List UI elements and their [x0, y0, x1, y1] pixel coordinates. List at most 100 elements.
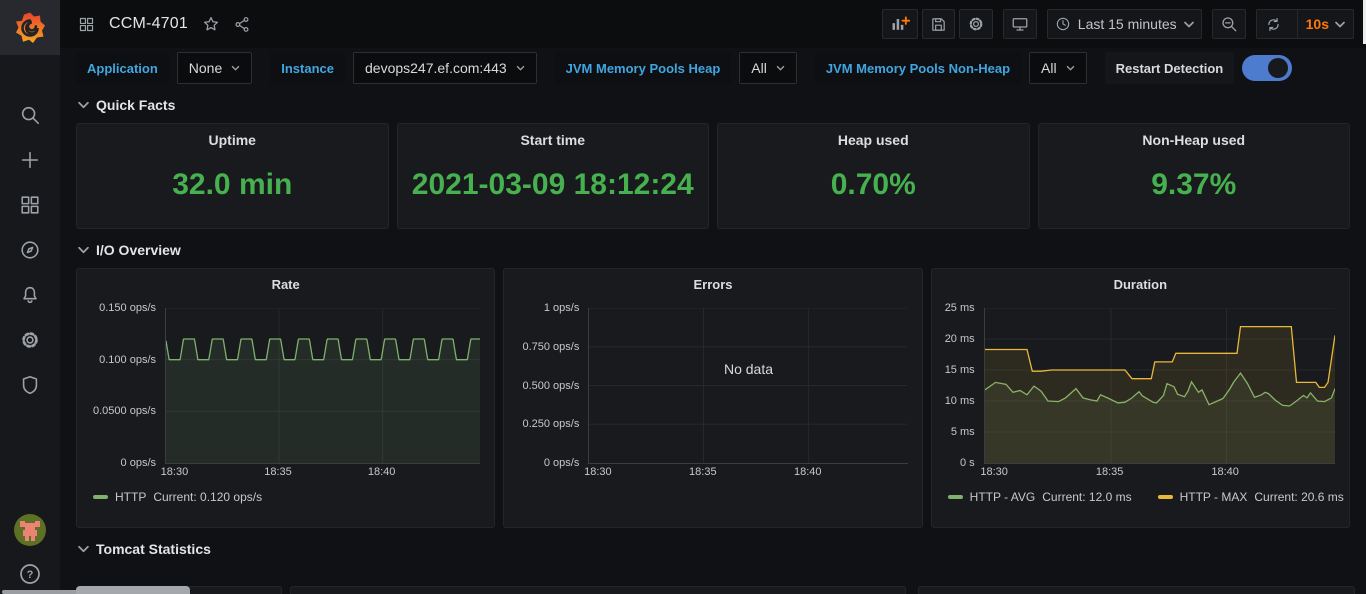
chevron-down-icon: [776, 65, 785, 71]
legend-label: HTTP - AVG: [970, 490, 1036, 504]
chart-canvas: [166, 308, 480, 463]
instance-label: Instance: [270, 52, 345, 84]
chevron-down-icon: [78, 101, 89, 109]
user-avatar[interactable]: [13, 513, 47, 552]
refresh-group: 10s: [1256, 9, 1354, 39]
variable-instance: Instance devops247.ef.com:443: [270, 52, 536, 84]
add-panel-button[interactable]: [882, 9, 918, 39]
dashboard-content: Application None Instance devops247.ef.c…: [60, 48, 1366, 594]
share-icon[interactable]: [234, 16, 251, 33]
create-plus-icon[interactable]: [18, 148, 42, 172]
series-fill: [166, 339, 480, 463]
application-select[interactable]: None: [177, 52, 252, 84]
jvm-heap-label: JVM Memory Pools Heap: [555, 52, 732, 84]
monitor-icon: [1011, 15, 1029, 33]
panel-uptime[interactable]: Uptime 32.0 min: [76, 123, 389, 229]
explore-compass-icon[interactable]: [18, 238, 42, 262]
y-tick-label: 5 ms: [951, 426, 975, 438]
jvm-heap-value: All: [751, 60, 767, 76]
duration-legend: HTTP - AVGCurrent: 12.0 ms HTTP - MAXCurr…: [948, 490, 1349, 504]
series-fill: [985, 327, 1335, 463]
chevron-down-icon: [516, 65, 525, 71]
partial-panel: [918, 586, 1355, 594]
chevron-down-icon: [231, 65, 240, 71]
x-tick-label: 18:30: [576, 466, 620, 478]
zoom-out-icon: [1220, 15, 1238, 33]
restart-detection-label: Restart Detection: [1105, 52, 1235, 84]
application-label: Application: [76, 52, 169, 84]
x-tick-label: 18:30: [152, 466, 196, 478]
partial-panel: [290, 586, 906, 594]
refresh-interval-label: 10s: [1306, 16, 1329, 32]
variable-jvm-nonheap: JVM Memory Pools Non-Heap All: [815, 52, 1087, 84]
sidebar: ?: [0, 0, 60, 594]
refresh-interval-picker[interactable]: 10s: [1297, 10, 1353, 38]
y-tick-label: 0.750 ops/s: [522, 341, 579, 353]
instance-select[interactable]: devops247.ef.com:443: [353, 52, 537, 84]
stat-value: 0.70%: [718, 148, 1029, 228]
section-title: Tomcat Statistics: [96, 541, 211, 557]
legend-item[interactable]: HTTP - AVGCurrent: 12.0 ms: [948, 490, 1132, 504]
variable-application: Application None: [76, 52, 252, 84]
alerting-bell-icon[interactable]: [18, 283, 42, 307]
section-tomcat-statistics[interactable]: Tomcat Statistics: [78, 541, 1350, 557]
server-admin-shield-icon[interactable]: [18, 373, 42, 397]
search-icon[interactable]: [18, 103, 42, 127]
y-axis: 0 ops/s0.0500 ops/s0.100 ops/s0.150 ops/…: [87, 308, 165, 464]
dashboard-grid-icon: [78, 16, 95, 33]
legend-current-value: Current: 0.120 ops/s: [153, 490, 262, 504]
y-tick-label: 0 ops/s: [544, 457, 579, 469]
grafana-logo[interactable]: [0, 0, 60, 55]
jvm-nonheap-value: All: [1041, 60, 1057, 76]
legend-item[interactable]: HTTP Current: 0.120 ops/s: [93, 490, 262, 504]
y-tick-label: 0.100 ops/s: [99, 354, 156, 366]
jvm-heap-select[interactable]: All: [739, 52, 797, 84]
add-panel-icon: [890, 14, 910, 34]
zoom-out-time-button[interactable]: [1212, 9, 1246, 39]
x-tick-label: 18:40: [786, 466, 830, 478]
section-quick-facts[interactable]: Quick Facts: [78, 97, 1350, 113]
save-icon: [930, 16, 947, 33]
duration-plot-area[interactable]: [984, 308, 1335, 464]
variable-restart-detection: Restart Detection: [1105, 52, 1293, 84]
jvm-nonheap-select[interactable]: All: [1029, 52, 1087, 84]
panel-title: Uptime: [77, 124, 388, 148]
chevron-down-icon: [78, 246, 89, 254]
section-io-overview[interactable]: I/O Overview: [78, 242, 1350, 258]
quick-facts-row: Uptime 32.0 min Start time 2021-03-09 18…: [76, 123, 1350, 229]
rate-legend: HTTP Current: 0.120 ops/s: [93, 490, 494, 504]
cycle-view-mode-button[interactable]: [1003, 9, 1037, 39]
refresh-button[interactable]: [1257, 10, 1290, 38]
clock-icon: [1055, 16, 1071, 32]
horizontal-scrollbar-thumb[interactable]: [76, 586, 190, 594]
panel-nonheap-used[interactable]: Non-Heap used 9.37%: [1038, 123, 1351, 229]
errors-plot-area[interactable]: No data: [588, 308, 907, 464]
legend-color-dash: [93, 495, 108, 499]
panel-start-time[interactable]: Start time 2021-03-09 18:12:24: [397, 123, 710, 229]
panel-title: Heap used: [718, 124, 1029, 148]
x-tick-label: 18:35: [681, 466, 725, 478]
application-value: None: [189, 60, 222, 76]
time-range-picker[interactable]: Last 15 minutes: [1047, 9, 1202, 39]
chevron-down-icon: [1184, 21, 1194, 28]
panel-title[interactable]: Duration: [932, 269, 1349, 308]
save-dashboard-button[interactable]: [922, 9, 955, 39]
legend-label: HTTP: [115, 490, 146, 504]
legend-color-dash: [1158, 495, 1173, 499]
y-tick-label: 10 ms: [945, 395, 975, 407]
dashboard-settings-button[interactable]: [959, 9, 993, 39]
rate-plot-area[interactable]: [165, 308, 480, 464]
star-icon[interactable]: [202, 15, 220, 33]
configuration-gear-icon[interactable]: [18, 328, 42, 352]
legend-item[interactable]: HTTP - MAXCurrent: 20.6 ms: [1158, 490, 1344, 504]
y-axis: 0 s5 ms10 ms15 ms20 ms25 ms: [942, 308, 984, 464]
dashboards-grid-icon[interactable]: [18, 193, 42, 217]
restart-detection-toggle[interactable]: [1242, 55, 1292, 81]
y-tick-label: 0.150 ops/s: [99, 302, 156, 314]
panel-heap-used[interactable]: Heap used 0.70%: [717, 123, 1030, 229]
y-axis: 0 ops/s0.250 ops/s0.500 ops/s0.750 ops/s…: [514, 308, 588, 464]
help-icon[interactable]: ?: [18, 562, 42, 586]
chart-canvas: [589, 308, 907, 463]
x-tick-label: 18:40: [1203, 466, 1247, 478]
legend-current-value: Current: 20.6 ms: [1254, 490, 1343, 504]
